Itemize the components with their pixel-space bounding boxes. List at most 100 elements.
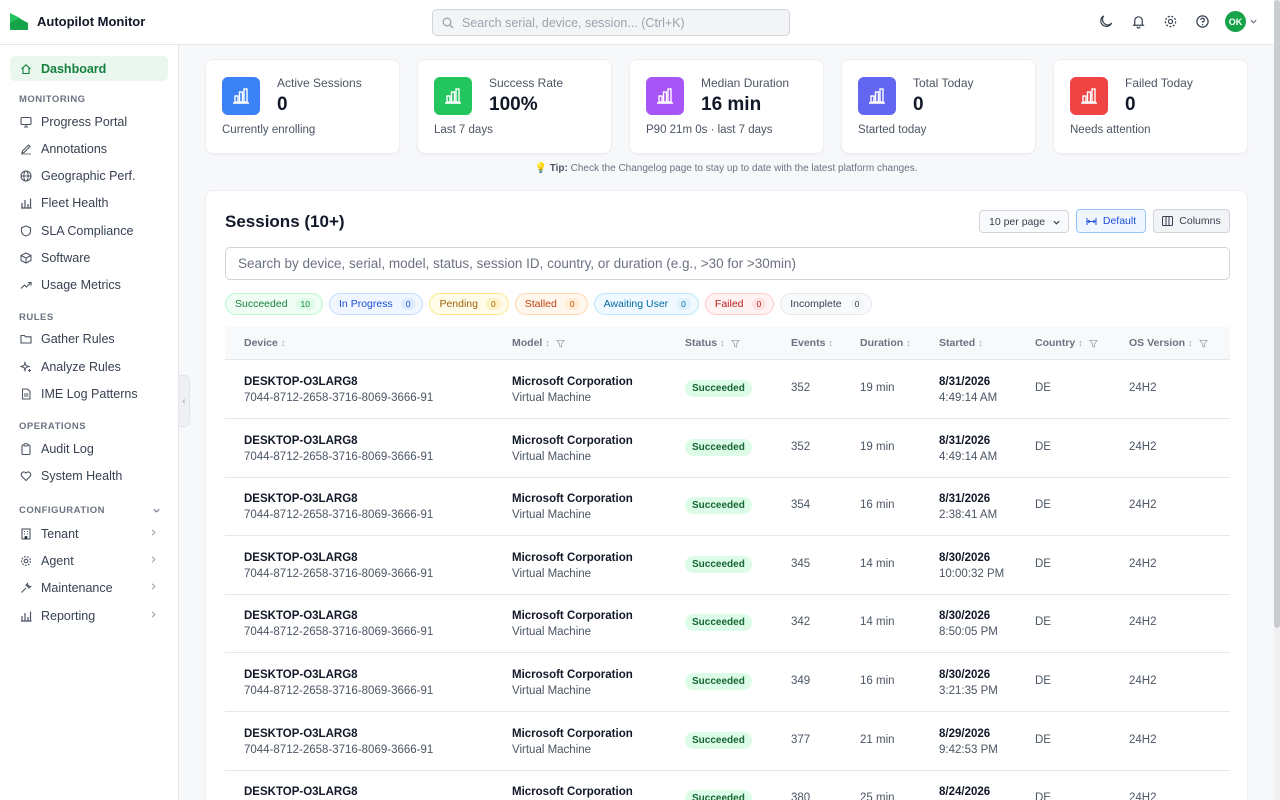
sidebar-item-agent[interactable]: Agent (10, 548, 168, 573)
sidebar-item-sla-compliance[interactable]: SLA Compliance (10, 218, 168, 243)
global-search[interactable] (432, 9, 790, 36)
status-badge: Succeeded (685, 438, 752, 456)
sort-icon[interactable]: ↕ (1078, 338, 1083, 348)
sessions-search-input[interactable] (225, 247, 1230, 280)
sidebar-item-reporting[interactable]: Reporting (10, 603, 168, 628)
table-row[interactable]: DESKTOP-O3LARG8 7044-8712-2658-3716-8069-… (225, 477, 1230, 537)
sidebar-item-progress-portal[interactable]: Progress Portal (10, 109, 168, 134)
scrollbar-thumb[interactable] (1274, 0, 1280, 628)
shield-icon (20, 224, 32, 237)
sidebar-item-label: Software (41, 250, 91, 265)
filter-chip[interactable]: Stalled 0 (514, 293, 588, 315)
column-header[interactable]: Device ↕ (244, 337, 285, 349)
events-count: 349 (791, 675, 811, 687)
sort-icon[interactable]: ↕ (978, 338, 983, 348)
per-page-select[interactable]: 10 per page (979, 210, 1069, 233)
status-badge: Succeeded (685, 555, 752, 573)
stat-card: Total Today 0 Started today (841, 59, 1036, 154)
column-header-label: Device (244, 337, 278, 349)
column-header[interactable]: Status ↕ (685, 337, 740, 349)
duration: 14 min (860, 616, 895, 629)
table-row[interactable]: DESKTOP-O3LARG8 7044-8712-2658-3716-8069-… (225, 360, 1230, 419)
sort-icon[interactable]: ↕ (720, 338, 725, 348)
sidebar-item-maintenance[interactable]: Maintenance (10, 575, 168, 600)
table-row[interactable]: DESKTOP-O3LARG8 7044-8712-2658-3716-8069-… (225, 594, 1230, 654)
filter-chip[interactable]: In Progress 0 (329, 293, 424, 315)
avatar: OK (1225, 11, 1246, 32)
filter-chip-label: Stalled (524, 298, 557, 310)
column-header[interactable]: Duration ↕ (860, 337, 911, 349)
chevron-down-icon (153, 508, 160, 513)
filter-chip-count: 10 (295, 298, 316, 310)
dark-mode-icon[interactable] (1097, 13, 1115, 31)
sidebar-item-tenant[interactable]: Tenant (10, 521, 168, 546)
started-time: 10:00:32 PM (939, 567, 1005, 580)
sidebar-collapse-handle[interactable]: ‹ (179, 375, 190, 427)
filter-icon[interactable] (1088, 339, 1098, 348)
started-date: 8/30/2026 (939, 669, 991, 681)
sort-icon[interactable]: ↕ (1188, 338, 1193, 348)
stat-card: Active Sessions 0 Currently enrolling (205, 59, 400, 154)
sidebar-item-system-health[interactable]: System Health (10, 463, 168, 488)
filter-chip[interactable]: Awaiting User 0 (593, 293, 699, 315)
column-header[interactable]: OS Version ↕ (1129, 337, 1208, 349)
filter-icon[interactable] (555, 339, 565, 348)
filter-chip-count: 0 (676, 298, 691, 310)
sidebar-item-dashboard[interactable]: Dashboard (10, 56, 168, 81)
column-header[interactable]: Started ↕ (939, 337, 983, 349)
sidebar-item-analyze-rules[interactable]: Analyze Rules (10, 354, 168, 379)
table-row[interactable]: DESKTOP-O3LARG8 7044-8712-2658-3716-8069-… (225, 653, 1230, 712)
home-icon (21, 63, 31, 74)
building-icon (21, 527, 31, 540)
chevron-right-icon (151, 556, 156, 563)
edit-icon (21, 143, 31, 154)
help-icon[interactable] (1193, 13, 1211, 31)
column-header[interactable]: Country ↕ (1035, 337, 1098, 349)
page-scrollbar[interactable] (1274, 0, 1280, 800)
sidebar-item-label: Usage Metrics (41, 277, 121, 292)
filter-chip-count: 0 (751, 298, 767, 310)
global-search-input[interactable] (462, 15, 782, 30)
settings-gear-icon[interactable] (1161, 13, 1179, 31)
started-date: 8/31/2026 (939, 376, 991, 388)
table-row[interactable]: DESKTOP-O3LARG8 7044-8712-2658-3716-8069-… (225, 536, 1230, 595)
filter-chip[interactable]: Pending 0 (429, 293, 509, 315)
sidebar-item-ime-log-patterns[interactable]: IME Log Patterns (10, 381, 168, 406)
table-row[interactable]: DESKTOP-O3LARG8 Microsoft Corporation Succ… (225, 770, 1230, 800)
columns-button[interactable]: Columns (1153, 209, 1230, 233)
sidebar-item-software[interactable]: Software (10, 245, 168, 270)
started-time: 4:49:14 AM (939, 450, 998, 463)
column-header[interactable]: Model ↕ (512, 337, 565, 349)
brand[interactable]: Autopilot Monitor (10, 13, 145, 30)
sort-icon[interactable]: ↕ (906, 338, 911, 348)
table-row[interactable]: DESKTOP-O3LARG8 7044-8712-2658-3716-8069-… (225, 419, 1230, 478)
filter-chip[interactable]: Succeeded 10 (225, 293, 324, 315)
sidebar-item-annotations[interactable]: Annotations (10, 136, 168, 161)
os-version: 24H2 (1129, 792, 1157, 800)
filter-chip[interactable]: Failed 0 (704, 293, 775, 315)
column-header[interactable]: Events ↕ (791, 337, 833, 349)
sidebar-item-geographic-perf[interactable]: Geographic Perf. (10, 163, 168, 188)
default-view-button[interactable]: Default (1076, 209, 1146, 233)
filter-icon[interactable] (730, 339, 740, 348)
sort-icon[interactable]: ↕ (545, 338, 550, 348)
notifications-bell-icon[interactable] (1129, 13, 1147, 31)
device-name: DESKTOP-O3LARG8 (244, 669, 358, 681)
country: DE (1035, 733, 1051, 746)
filter-icon[interactable] (1198, 339, 1208, 348)
table-row[interactable]: DESKTOP-O3LARG8 7044-8712-2658-3716-8069-… (225, 712, 1230, 771)
sidebar-item-audit-log[interactable]: Audit Log (10, 436, 168, 461)
user-menu[interactable]: OK (1225, 11, 1258, 32)
search-icon (442, 17, 454, 28)
sidebar-item-fleet-health[interactable]: Fleet Health (10, 190, 168, 215)
sidebar: Dashboard MONITORING Progress Portal Ann… (0, 45, 179, 800)
filter-chip[interactable]: Incomplete 0 (780, 293, 873, 315)
started-date: 8/29/2026 (939, 727, 991, 740)
sidebar-item-gather-rules[interactable]: Gather Rules (10, 326, 168, 351)
sort-icon[interactable]: ↕ (281, 338, 286, 348)
sidebar-item-label: Annotations (41, 141, 108, 156)
device-name: DESKTOP-O3LARG8 (244, 376, 358, 388)
sort-icon[interactable]: ↕ (828, 338, 833, 348)
sidebar-item-usage-metrics[interactable]: Usage Metrics (10, 272, 168, 297)
section-configuration[interactable]: CONFIGURATION (19, 505, 161, 516)
